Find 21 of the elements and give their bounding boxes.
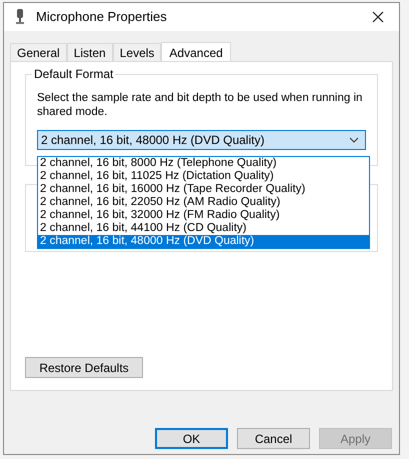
window-title: Microphone Properties xyxy=(36,8,167,26)
chevron-down-icon xyxy=(349,137,359,143)
dropdown-option[interactable]: 2 channel, 16 bit, 16000 Hz (Tape Recorder Quality) xyxy=(38,183,369,196)
close-icon xyxy=(372,11,384,23)
restore-defaults-button[interactable]: Restore Defaults xyxy=(25,357,143,378)
tab[interactable]: General xyxy=(10,43,67,61)
dropdown-option[interactable]: 2 channel, 16 bit, 32000 Hz (FM Radio Quality) xyxy=(38,209,369,222)
tab[interactable]: Listen xyxy=(66,43,113,61)
dropdown-option[interactable]: 2 channel, 16 bit, 11025 Hz (Dictation Quality) xyxy=(38,170,369,183)
dropdown-option[interactable]: 2 channel, 16 bit, 22050 Hz (AM Radio Quality) xyxy=(38,196,369,209)
description-text: Select the sample rate and bit depth to be used when running in shared mode. xyxy=(37,91,364,119)
tab[interactable]: Advanced xyxy=(161,42,231,62)
dialog-button[interactable]: OK xyxy=(155,428,228,449)
dropdown-option[interactable]: 2 channel, 16 bit, 44100 Hz (CD Quality) xyxy=(38,222,369,235)
microphone-icon xyxy=(14,9,26,25)
dropdown-option[interactable]: 2 channel, 16 bit, 48000 Hz (DVD Quality) xyxy=(38,235,369,248)
group-title: Default Format xyxy=(32,67,116,81)
dropdown-option[interactable]: 2 channel, 16 bit, 8000 Hz (Telephone Quality) xyxy=(38,157,369,170)
dialog-button[interactable]: Cancel xyxy=(237,428,310,449)
tab[interactable]: Levels xyxy=(112,43,162,61)
format-dropdown[interactable]: 2 channel, 16 bit, 48000 Hz (DVD Quality) xyxy=(37,130,366,150)
